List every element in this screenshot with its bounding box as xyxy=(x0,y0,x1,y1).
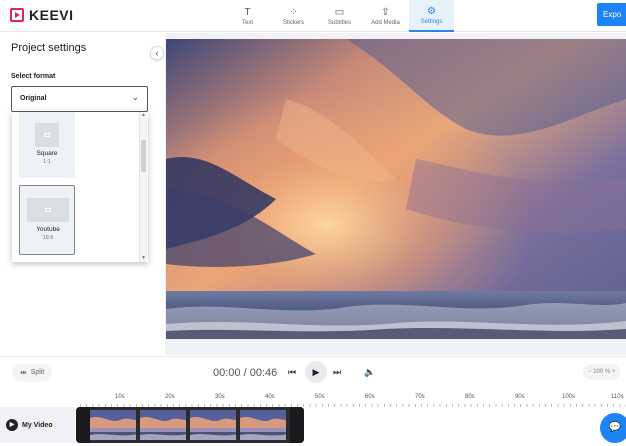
toolbar-tabs: T Text ⁘ Stickers ▭ Subtitles ⇪ Add Medi… xyxy=(225,0,455,32)
tab-settings[interactable]: ⚙ Settings xyxy=(409,0,454,32)
player-controls: ⇹ Split 00:00 / 00:46 ⏮ ▶ ⏭ 🔈 − 100 % + xyxy=(0,356,626,388)
chat-icon: 💬 xyxy=(608,422,622,433)
logo-icon xyxy=(10,8,24,22)
clip-thumbnail xyxy=(190,410,238,440)
tick-label: 40s xyxy=(265,394,275,400)
app-logo[interactable]: KEEVI xyxy=(10,7,74,23)
tick-label: 90s xyxy=(515,394,525,400)
volume-icon[interactable]: 🔈 xyxy=(364,367,375,378)
tab-text[interactable]: T Text xyxy=(225,0,270,32)
tick-label: 100s xyxy=(562,394,576,400)
text-icon: T xyxy=(244,6,251,18)
tab-label: Stickers xyxy=(282,19,305,26)
collapse-panel-button[interactable]: ‹ xyxy=(150,46,164,60)
split-label: Split xyxy=(30,369,45,376)
tick-label: 60s xyxy=(365,394,375,400)
track-name: My Video xyxy=(22,421,53,429)
dropdown-scrollbar[interactable]: ▲ ▼ xyxy=(139,112,147,262)
tab-add-media[interactable]: ⇪ Add Media xyxy=(363,0,408,32)
play-icon: ▶ xyxy=(312,367,320,377)
image-placeholder-icon xyxy=(27,198,69,222)
image-placeholder-icon xyxy=(35,123,59,147)
subtitles-icon: ▭ xyxy=(334,6,345,18)
play-circle-icon: ▶ xyxy=(6,419,18,431)
format-card-selected: Youtube 16:9 xyxy=(19,185,75,255)
tick-label: 20s xyxy=(165,394,175,400)
scroll-thumb[interactable] xyxy=(141,140,146,172)
clip-trim-handle-right[interactable] xyxy=(290,407,304,443)
tab-label: Add Media xyxy=(371,19,400,26)
skip-forward-icon[interactable]: ⏭ xyxy=(333,367,341,378)
stickers-icon: ⁘ xyxy=(289,6,298,18)
split-icon: ⇹ xyxy=(20,368,27,377)
play-button[interactable]: ▶ xyxy=(305,361,327,383)
format-name: Youtube xyxy=(36,226,60,233)
tab-stickers[interactable]: ⁘ Stickers xyxy=(271,0,316,32)
clip-thumbnail xyxy=(90,410,138,440)
tick-label: 10s xyxy=(115,394,125,400)
format-ratio: 16:9 xyxy=(42,235,54,241)
track-label[interactable]: ▶ My Video xyxy=(0,407,75,443)
video-preview[interactable] xyxy=(166,39,626,339)
sunset-sea-image xyxy=(166,39,626,339)
zoom-in-icon[interactable]: + xyxy=(612,369,616,375)
format-select-value: Original xyxy=(20,95,47,102)
chevron-down-icon: ⌄ xyxy=(131,92,139,102)
tick-label: 30s xyxy=(215,394,225,400)
tick-label: 70s xyxy=(415,394,425,400)
time-display: 00:00 / 00:46 xyxy=(213,367,278,379)
chat-button[interactable]: 💬 xyxy=(600,413,626,443)
clip-thumbnail xyxy=(240,410,288,440)
export-button[interactable]: Expo xyxy=(597,3,626,26)
clip-thumbnail xyxy=(140,410,188,440)
tab-label: Settings xyxy=(420,18,443,25)
tab-subtitles[interactable]: ▭ Subtitles xyxy=(317,0,362,32)
tick-label: 110s xyxy=(611,394,624,400)
format-ratio: 1:1 xyxy=(43,159,51,165)
tick-label: 80s xyxy=(465,394,475,400)
format-card: Square 1:1 xyxy=(19,112,75,178)
format-dropdown: Square 1:1 Youtube 16:9 ▲ ▼ xyxy=(12,112,148,262)
tab-label: Text xyxy=(241,19,253,26)
zoom-level: 100 % xyxy=(593,369,611,375)
app-name: KEEVI xyxy=(29,7,74,23)
skip-back-icon[interactable]: ⏮ xyxy=(288,367,296,378)
upload-icon: ⇪ xyxy=(381,6,390,18)
tab-label: Subtitles xyxy=(327,19,351,26)
scroll-up-icon[interactable]: ▲ xyxy=(141,112,146,118)
chevron-left-icon: ‹ xyxy=(155,48,159,58)
settings-panel: Project settings ‹ Select format Origina… xyxy=(0,33,165,355)
timeline-ruler[interactable]: 10s 20s 30s 40s 50s 60s 70s 80s 90s 100s… xyxy=(80,389,626,407)
zoom-control[interactable]: − 100 % + xyxy=(583,364,621,380)
format-name: Square xyxy=(36,150,58,157)
format-select[interactable]: Original ⌄ xyxy=(11,86,148,112)
zoom-out-icon[interactable]: − xyxy=(588,369,592,375)
select-format-label: Select format xyxy=(11,73,56,80)
tick-label: 50s xyxy=(315,394,325,400)
gear-icon: ⚙ xyxy=(427,5,436,17)
panel-title: Project settings xyxy=(11,42,87,54)
split-button[interactable]: ⇹ Split xyxy=(12,364,53,382)
video-clip[interactable] xyxy=(76,407,304,443)
clip-trim-handle-left[interactable] xyxy=(76,407,90,443)
top-bar: KEEVI T Text ⁘ Stickers ▭ Subtitles ⇪ Ad… xyxy=(0,0,626,32)
preview-area xyxy=(165,33,626,355)
scroll-down-icon[interactable]: ▼ xyxy=(141,255,146,261)
